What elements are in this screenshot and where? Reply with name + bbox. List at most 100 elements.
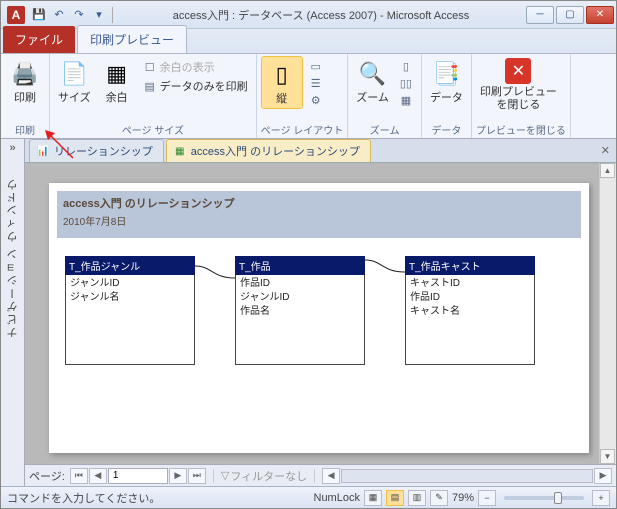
zoom-value: 79% [452, 492, 474, 504]
group-close-label: プレビューを閉じる [476, 121, 566, 138]
maximize-button[interactable]: ▢ [556, 6, 584, 24]
more-pages-button[interactable]: ▦ [395, 92, 417, 108]
page-size-icon: 📄 [58, 58, 90, 90]
data-only-button[interactable]: ▤ データのみを印刷 [139, 77, 252, 95]
zoom-out-button[interactable]: − [478, 490, 496, 506]
show-margins-label: 余白の表示 [160, 59, 215, 75]
zoom-in-button[interactable]: + [592, 490, 610, 506]
one-page-button[interactable]: ▯ [395, 58, 417, 74]
margins-button[interactable]: ▦ 余白 [97, 56, 137, 107]
table-title: T_作品キャスト [405, 256, 535, 275]
minimize-button[interactable]: ─ [526, 6, 554, 24]
field: ジャンル名 [70, 291, 190, 305]
page-number-input[interactable] [108, 468, 168, 484]
layout-opt3[interactable]: ⚙ [305, 92, 327, 108]
tab-print-preview[interactable]: 印刷プレビュー [77, 25, 187, 53]
one-page-icon: ▯ [399, 59, 413, 73]
size-button[interactable]: 📄 サイズ [54, 56, 95, 107]
relationship-diagram: T_作品ジャンル ジャンルID ジャンル名 T_作品 作品ID ジャンルID 作… [57, 238, 581, 383]
group-data: 📑 データ データ [422, 54, 472, 138]
table-title: T_作品ジャンル [65, 256, 195, 275]
two-page-icon: ▯▯ [399, 76, 413, 90]
view-design-button[interactable]: ✎ [430, 490, 448, 506]
last-page-button[interactable]: ⏭ [188, 468, 206, 484]
group-zoom-label: ズーム [352, 121, 417, 138]
field: ジャンルID [240, 291, 360, 305]
doc-tab2-label: access入門 のリレーションシップ [191, 143, 360, 159]
portrait-icon: ▯ [266, 59, 298, 91]
report-date: 2010年7月8日 [63, 213, 575, 228]
report-icon: ▦ [173, 144, 187, 158]
layout-opt1[interactable]: ▭ [305, 58, 327, 74]
document-tab-bar: 📊 リレーションシップ ▦ access入門 のリレーションシップ ✕ [25, 139, 616, 163]
checkbox-icon: ☐ [143, 60, 157, 74]
h-scroll-track[interactable] [341, 469, 593, 483]
group-close-preview: ✕ 印刷プレビュー を閉じる プレビューを閉じる [472, 54, 571, 138]
grid-pages-icon: ▦ [399, 93, 413, 107]
group-page-size: 📄 サイズ ▦ 余白 ☐ 余白の表示 ▤ データのみを印刷 ページ サイズ [50, 54, 257, 138]
qat-undo-icon[interactable]: ↶ [50, 6, 68, 24]
printer-icon: 🖨️ [9, 58, 41, 90]
portrait-button[interactable]: ▯ 縦 [261, 56, 303, 109]
doc-tab-report[interactable]: ▦ access入門 のリレーションシップ [166, 139, 371, 162]
filter-icon: ▽ [221, 469, 229, 482]
data-button[interactable]: 📑 データ [426, 56, 467, 107]
field: キャスト名 [410, 305, 530, 319]
qat-dropdown-icon[interactable]: ▾ [90, 6, 108, 24]
group-data-label: データ [426, 121, 467, 138]
view-preview-button[interactable]: ▤ [386, 490, 404, 506]
qat-redo-icon[interactable]: ↷ [70, 6, 88, 24]
page-navigation-bar: ページ: ⏮ ◀ ▶ ⏭ ▽ フィルターなし ◀ ▶ [25, 464, 616, 486]
preview-canvas[interactable]: access入門 のリレーションシップ 2010年7月8日 T_作品ジャンル ジ… [25, 163, 616, 464]
qat-separator [112, 7, 113, 23]
ribbon-tab-row: ファイル 印刷プレビュー [1, 29, 616, 54]
nav-toggle-button[interactable]: » [6, 139, 18, 157]
status-prompt: コマンドを入力してください。 [7, 490, 160, 506]
close-preview-button[interactable]: ✕ 印刷プレビュー を閉じる [476, 56, 561, 114]
group-print: 🖨️ 印刷 印刷 [1, 54, 50, 138]
ribbon: 🖨️ 印刷 印刷 📄 サイズ ▦ 余白 ☐ 余白の表示 ▤ [1, 54, 616, 139]
view-report-button[interactable]: ▦ [364, 490, 382, 506]
doc-close-button[interactable]: ✕ [595, 142, 616, 159]
data-only-icon: ▤ [143, 79, 157, 93]
view-layout-button[interactable]: ▥ [408, 490, 426, 506]
qat-save-icon[interactable]: 💾 [30, 6, 48, 24]
margins-icon: ▦ [101, 58, 133, 90]
scrollbar-vertical[interactable]: ▲▼ [599, 163, 616, 464]
close-button[interactable]: ✕ [586, 6, 614, 24]
zoom-thumb[interactable] [554, 492, 562, 504]
table-box: T_作品ジャンル ジャンルID ジャンル名 [65, 256, 195, 365]
magnifier-icon: 🔍 [357, 58, 389, 90]
landscape-icon: ▭ [309, 59, 323, 73]
zoom-slider[interactable] [504, 496, 584, 500]
field: 作品ID [410, 291, 530, 305]
prev-page-button[interactable]: ◀ [89, 468, 107, 484]
scroll-left-button[interactable]: ◀ [322, 468, 340, 484]
window-title: access入門 : データベース (Access 2007) - Micros… [116, 7, 526, 23]
portrait-label: 縦 [276, 93, 287, 106]
field: 作品名 [240, 305, 360, 319]
print-label: 印刷 [14, 92, 36, 105]
two-page-button[interactable]: ▯▯ [395, 75, 417, 91]
table-box: T_作品キャスト キャストID 作品ID キャスト名 [405, 256, 535, 365]
table-box: T_作品 作品ID ジャンルID 作品名 [235, 256, 365, 365]
columns-icon: ☰ [309, 76, 323, 90]
show-margins-check[interactable]: ☐ 余白の表示 [139, 58, 252, 76]
report-header: access入門 のリレーションシップ 2010年7月8日 [57, 191, 581, 238]
zoom-button[interactable]: 🔍 ズーム [352, 56, 393, 107]
group-zoom: 🔍 ズーム ▯ ▯▯ ▦ ズーム [348, 54, 422, 138]
scroll-right-button[interactable]: ▶ [594, 468, 612, 484]
group-page-size-label: ページ サイズ [54, 121, 252, 138]
data-only-label: データのみを印刷 [160, 78, 248, 94]
numlock-indicator: NumLock [314, 492, 360, 504]
document-area: » ナビゲーション ウィンドウ 📊 リレーションシップ ▦ access入門 の… [1, 139, 616, 486]
layout-opt2[interactable]: ☰ [305, 75, 327, 91]
next-page-button[interactable]: ▶ [169, 468, 187, 484]
doc-tab-relationships[interactable]: 📊 リレーションシップ [29, 139, 164, 162]
filter-status: フィルターなし [230, 468, 307, 484]
file-tab[interactable]: ファイル [3, 26, 75, 53]
print-button[interactable]: 🖨️ 印刷 [5, 56, 45, 107]
navigation-pane: » ナビゲーション ウィンドウ [1, 139, 25, 486]
zoom-label: ズーム [356, 92, 389, 105]
first-page-button[interactable]: ⏮ [70, 468, 88, 484]
